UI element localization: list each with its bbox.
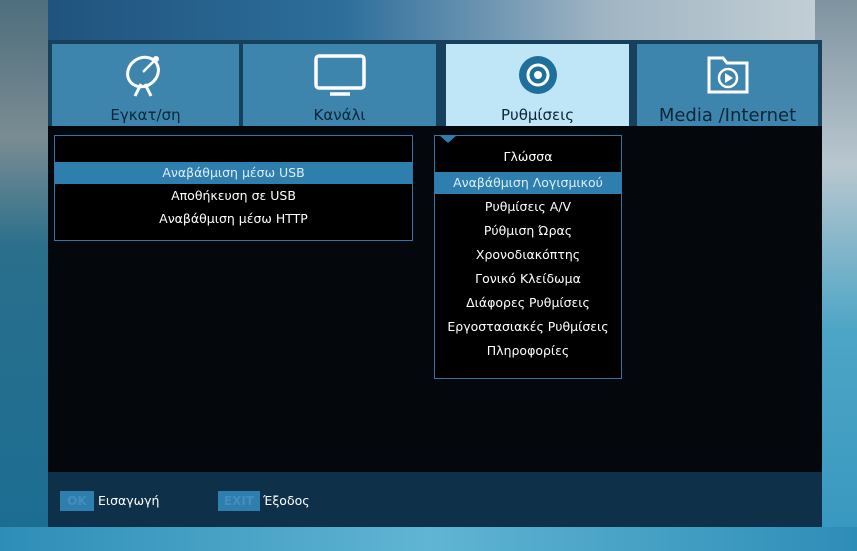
exit-key-badge: EXIT (218, 491, 260, 511)
tab-channel[interactable]: Κανάλι (243, 44, 436, 126)
media-folder-icon (707, 56, 748, 94)
menu-item-software-upgrade[interactable]: Αναβάθμιση Λογισμικού (435, 172, 621, 194)
update-submenu: Αναβάθμιση μέσω USB Αποθήκευση σε USB Αν… (54, 135, 413, 241)
tab-media-label: Media /Internet (658, 105, 797, 126)
background-bottom (0, 527, 857, 551)
tv-icon (313, 54, 366, 96)
settings-icon (518, 56, 557, 94)
tab-installation-label: Εγκατ/ση (110, 106, 181, 124)
exit-key-label: Έξοδος (263, 493, 310, 508)
submenu-item-usb-upgrade[interactable]: Αναβάθμιση μέσω USB (55, 162, 412, 184)
submenu-item-save-usb[interactable]: Αποθήκευση σε USB (55, 185, 412, 207)
menu-item-av-settings[interactable]: Ρυθμίσεις A/V (435, 196, 621, 218)
background-top (0, 0, 857, 40)
tab-bar: Εγκατ/ση Κανάλι Ρυθμίσεις Media /Interne… (48, 40, 822, 126)
settings-menu: Γλώσσα Αναβάθμιση Λογισμικού Ρυθμίσεις A… (434, 135, 622, 379)
menu-item-information[interactable]: Πληροφορίες (435, 340, 621, 362)
menu-item-parental-lock[interactable]: Γονικό Κλείδωμα (435, 268, 621, 290)
tab-installation[interactable]: Εγκατ/ση (52, 44, 239, 126)
ok-key-badge: OK (60, 491, 94, 511)
menu-item-timer[interactable]: Χρονοδιακόπτης (435, 244, 621, 266)
help-bar: OK Εισαγωγή EXIT Έξοδος (48, 472, 822, 527)
menu-item-time-settings[interactable]: Ρύθμιση Ώρας (435, 220, 621, 242)
menu-item-factory-settings[interactable]: Εργοστασιακές Ρυθμίσεις (435, 316, 621, 338)
menu-item-misc-settings[interactable]: Διάφορες Ρυθμίσεις (435, 292, 621, 314)
osd-menu-window: Εγκατ/ση Κανάλι Ρυθμίσεις Media /Interne… (48, 40, 822, 527)
submenu-item-http-upgrade[interactable]: Αναβάθμιση μέσω HTTP (55, 208, 412, 230)
menu-item-language[interactable]: Γλώσσα (435, 146, 621, 168)
background-left (0, 0, 48, 551)
menu-pointer-icon (439, 135, 457, 143)
tab-settings-label: Ρυθμίσεις (500, 106, 574, 124)
ok-key-label: Εισαγωγή (98, 493, 160, 508)
tab-settings[interactable]: Ρυθμίσεις (446, 44, 629, 126)
tab-media-internet[interactable]: Media /Internet (637, 44, 818, 126)
tab-channel-label: Κανάλι (313, 106, 366, 124)
satellite-dish-icon (125, 55, 160, 97)
